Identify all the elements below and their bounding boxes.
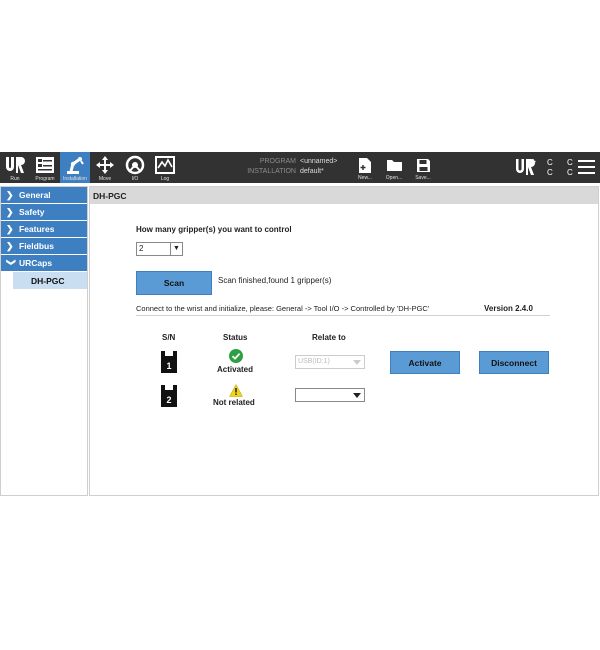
gripper-2-relate-select[interactable]: [295, 388, 365, 402]
nav-run-button[interactable]: Run: [0, 152, 30, 183]
nav-move-button[interactable]: Move: [90, 152, 120, 183]
open-button[interactable]: Open...: [380, 152, 408, 183]
nav-log-label: Log: [160, 176, 170, 182]
scan-button[interactable]: Scan: [136, 271, 212, 295]
gripper-count-select[interactable]: 2 ▼: [136, 242, 183, 256]
sidebar-item-label: Safety: [19, 207, 45, 217]
scan-status-text: Scan finished,found 1 gripper(s): [218, 276, 332, 285]
gripper-1-relate-value: USB(ID:1): [298, 358, 330, 365]
sn-header: S/N: [162, 333, 176, 342]
nav-program-button[interactable]: Program: [30, 152, 60, 183]
io-icon: [125, 155, 145, 175]
chevron-right-icon: ❯: [6, 223, 14, 234]
hamburger-menu-icon[interactable]: [578, 160, 595, 179]
save-button[interactable]: Save...: [409, 152, 437, 183]
open-folder-icon: [386, 156, 403, 174]
gripper-1-relate-select: USB(ID:1): [295, 355, 365, 369]
sidebar-item-safety[interactable]: ❯ Safety: [1, 204, 87, 220]
relate-header: Relate to: [312, 333, 346, 342]
activate-button[interactable]: Activate: [390, 351, 460, 374]
gripper-1-sn-icon: 1: [160, 351, 178, 373]
chevron-right-icon: ❯: [6, 189, 14, 200]
disconnect-button[interactable]: Disconnect: [479, 351, 549, 374]
connect-instruction: Connect to the wrist and initialize, ple…: [136, 304, 430, 313]
gripper-2-status: Not related: [213, 398, 255, 407]
gripper-1-sn: 1: [166, 361, 171, 371]
nav-log-button[interactable]: Log: [150, 152, 180, 183]
program-icon: [35, 155, 55, 175]
chevron-right-icon: ❯: [6, 240, 14, 251]
new-file-icon: [358, 156, 372, 174]
installation-sidebar: ❯ General ❯ Safety ❯ Features ❯ Fieldbus ❯ UR…: [0, 186, 88, 496]
installation-value: default*: [300, 168, 324, 175]
program-info: PROGRAM <unnamed> INSTALLATION default*: [238, 157, 337, 177]
gripper-1-status: Activated: [217, 365, 254, 374]
installation-key: INSTALLATION: [247, 168, 296, 175]
ur-logo-icon: [4, 155, 26, 175]
gripper-2-sn: 2: [166, 395, 171, 405]
sidebar-item-label: Features: [19, 224, 55, 234]
sidebar-item-urcaps[interactable]: ❯ URCaps: [1, 255, 87, 271]
top-toolbar: Run Program Installation Move I/O Log PR…: [0, 152, 600, 183]
nav-move-label: Move: [98, 176, 112, 182]
cc-row-1: C C: [547, 158, 579, 167]
new-button[interactable]: New...: [351, 152, 379, 183]
nav-io-button[interactable]: I/O: [120, 152, 150, 183]
version-label: Version 2.4.0: [484, 304, 533, 313]
save-icon: [416, 156, 431, 174]
divider: [136, 315, 550, 316]
chevron-right-icon: ❯: [6, 206, 14, 217]
nav-installation-label: Installation: [63, 176, 87, 182]
status-header: Status: [223, 333, 248, 342]
dropdown-arrow-icon[interactable]: ▼: [170, 243, 182, 255]
move-arrows-icon: [95, 155, 115, 175]
sidebar-item-general[interactable]: ❯ General: [1, 187, 87, 203]
sidebar-item-dh-pgc[interactable]: DH-PGC: [13, 272, 87, 289]
gripper-count-value: 2: [139, 244, 144, 253]
page-title: DH-PGC: [90, 187, 598, 204]
nav-installation-button[interactable]: Installation: [60, 152, 90, 183]
sidebar-item-label: General: [19, 190, 51, 200]
cc-row-2: C C: [547, 168, 579, 177]
urcap-logo-icon[interactable]: [515, 158, 537, 181]
gripper-2-sn-icon: 2: [160, 385, 178, 407]
dropdown-arrow-icon[interactable]: [353, 393, 361, 398]
sidebar-item-label: Fieldbus: [19, 241, 54, 251]
nav-io-label: I/O: [131, 176, 139, 182]
gripper-count-label: How many gripper(s) you want to control: [136, 225, 292, 234]
program-key: PROGRAM: [259, 158, 296, 165]
main-panel: DH-PGC How many gripper(s) you want to c…: [89, 186, 599, 496]
cc-indicator: C C C C: [547, 158, 579, 178]
sidebar-item-fieldbus[interactable]: ❯ Fieldbus: [1, 238, 87, 254]
sidebar-item-label: URCaps: [19, 258, 53, 268]
open-label: Open...: [385, 175, 403, 181]
installation-robot-icon: [64, 155, 86, 175]
program-value: <unnamed>: [300, 158, 338, 165]
sidebar-item-features[interactable]: ❯ Features: [1, 221, 87, 237]
nav-program-label: Program: [35, 176, 55, 182]
dropdown-arrow-icon: [353, 360, 361, 365]
log-icon: [155, 155, 175, 175]
chevron-down-icon: ❯: [6, 258, 17, 266]
new-label: New...: [358, 175, 372, 181]
save-label: Save...: [415, 175, 431, 181]
nav-run-label: Run: [10, 176, 20, 182]
